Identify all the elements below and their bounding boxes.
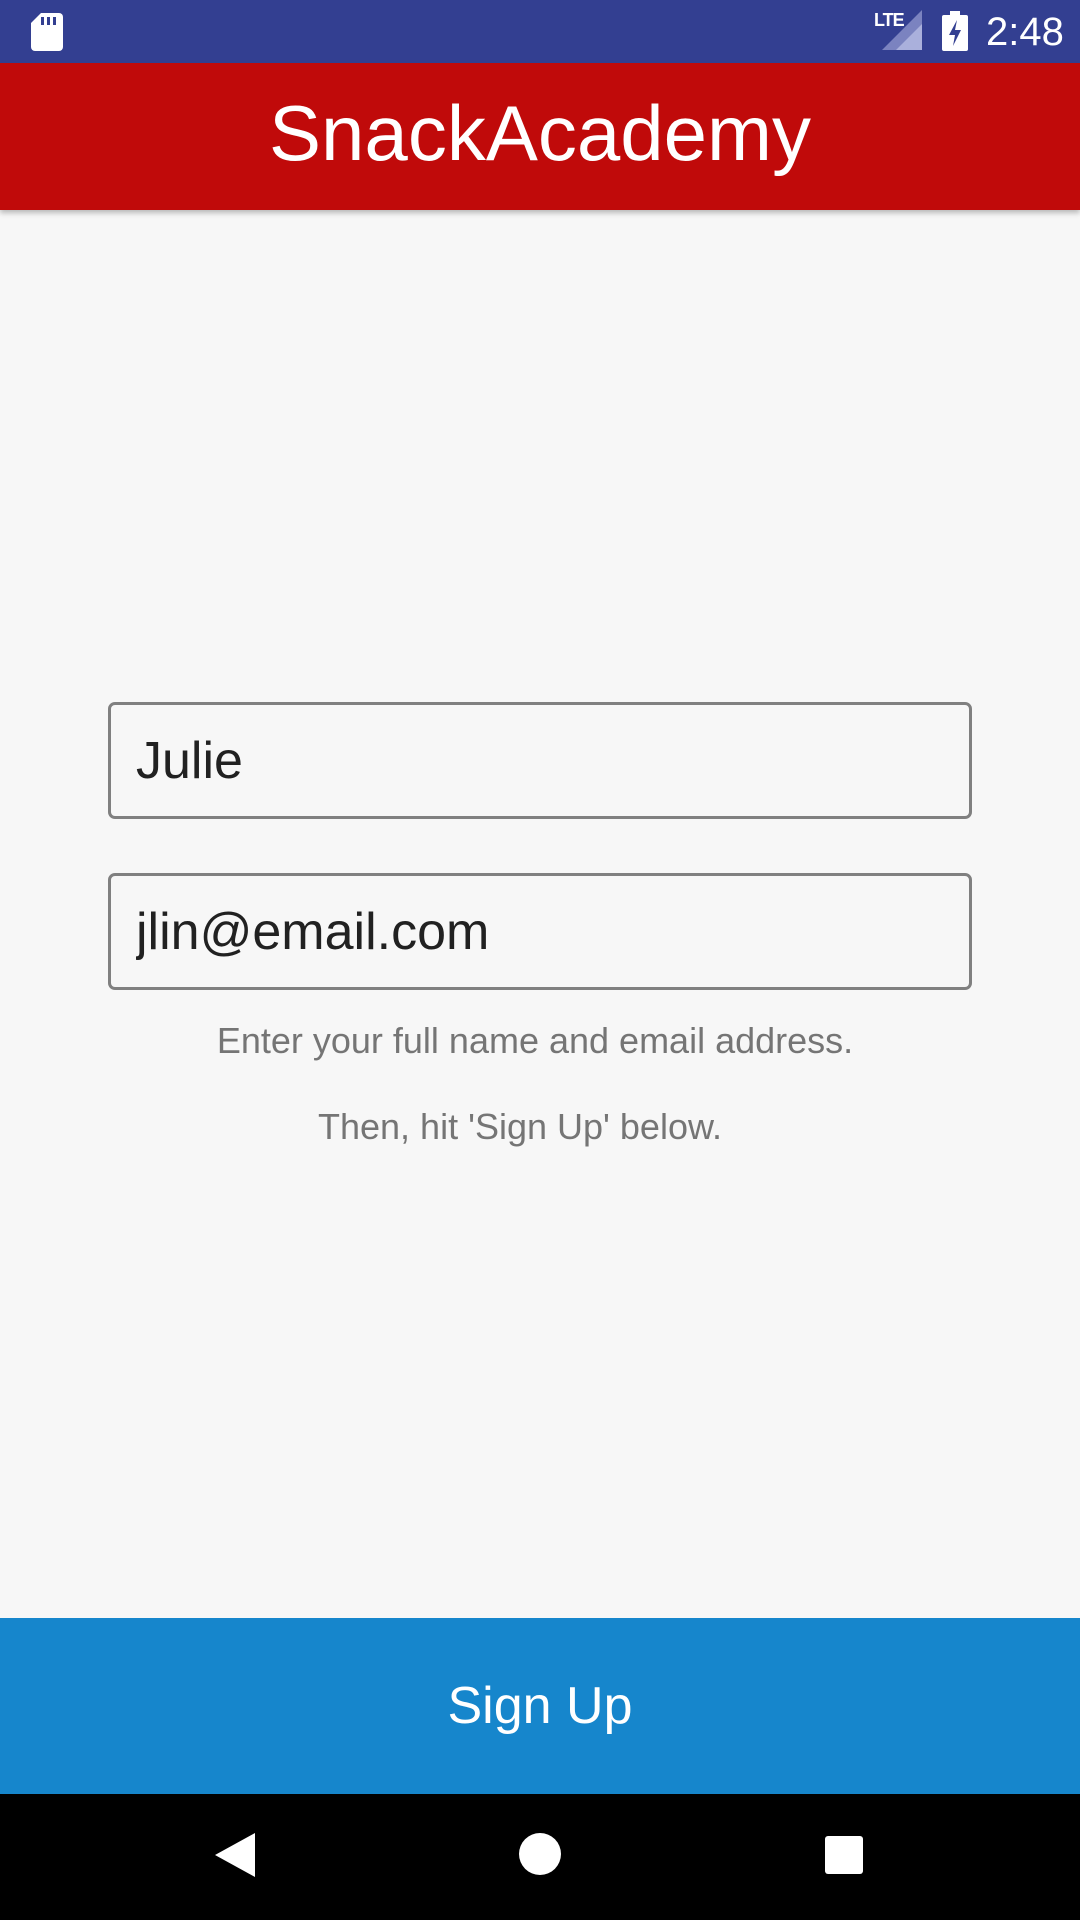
clock: 2:48 xyxy=(986,10,1064,54)
app-title: SnackAcademy xyxy=(269,89,811,177)
name-field[interactable] xyxy=(108,702,972,819)
instruction-text-secondary: Then, hit 'Sign Up' below. xyxy=(318,1106,722,1147)
sd-card-icon xyxy=(31,13,63,51)
email-input[interactable] xyxy=(111,876,969,987)
name-input[interactable] xyxy=(111,705,969,816)
instruction-text: Enter your full name and email address. xyxy=(216,1020,854,1061)
battery-charging-icon xyxy=(942,11,968,51)
navigation-bar xyxy=(0,1794,1080,1920)
sign-up-button[interactable]: Sign Up xyxy=(0,1618,1080,1794)
status-bar: LTE 2:48 xyxy=(0,0,1080,63)
back-icon[interactable] xyxy=(213,1831,257,1879)
email-field[interactable] xyxy=(108,873,972,990)
network-type-label: LTE xyxy=(874,10,905,30)
recents-icon[interactable] xyxy=(824,1835,864,1875)
home-icon[interactable] xyxy=(518,1832,562,1876)
screen: LTE 2:48 SnackAcademy Enter your full na… xyxy=(0,0,1080,1920)
app-bar: SnackAcademy xyxy=(0,63,1080,210)
